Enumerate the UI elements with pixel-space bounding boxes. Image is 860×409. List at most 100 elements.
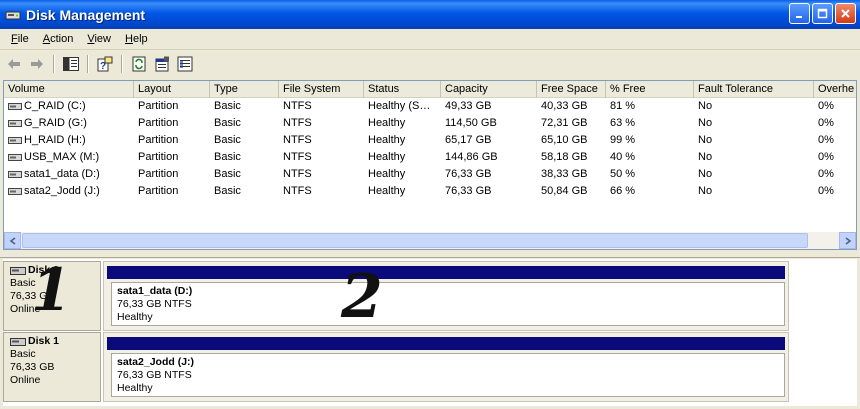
cell-volume: C_RAID (C:) [4, 98, 134, 115]
show-hide-console-tree-icon [63, 57, 79, 71]
volume-row[interactable]: sata1_data (D:) Partition Basic NTFS Healthy… [4, 166, 856, 183]
disk-1-size: 76,33 GB [10, 361, 55, 373]
pane-splitter[interactable] [0, 250, 860, 258]
menu-action[interactable]: Action [36, 33, 81, 45]
column-header-layout[interactable]: Layout [134, 81, 210, 98]
column-header-status[interactable]: Status [364, 81, 441, 98]
column-header-percent-free[interactable]: % Free [606, 81, 694, 98]
cell-type: Basic [214, 185, 241, 197]
column-header-overhead[interactable]: Overhe [814, 81, 856, 98]
menu-bar: File Action View Help [0, 29, 860, 50]
cell-fault-tolerance: No [698, 134, 713, 146]
cell-percent-free: 81 % [610, 100, 636, 112]
volume-drive-icon [8, 171, 22, 178]
toolbar-separator [87, 55, 89, 73]
cell-status: Healthy [368, 151, 406, 163]
cell-percent-free: 63 % [610, 117, 636, 129]
back-button[interactable] [4, 54, 24, 74]
scroll-left-button[interactable] [4, 232, 21, 249]
column-header-volume[interactable]: Volume [4, 81, 134, 98]
partition-status: Healthy [117, 382, 153, 394]
cell-status: Healthy (S… [368, 100, 431, 112]
cell-percent-free: 66 % [610, 185, 636, 197]
scroll-right-button[interactable] [839, 232, 856, 249]
cell-status: Healthy [368, 185, 406, 197]
maximize-button[interactable] [812, 3, 833, 24]
cell-fault-tolerance: No [698, 168, 713, 180]
close-button[interactable] [835, 3, 856, 24]
volume-drive-icon [8, 154, 22, 161]
cell-layout: Partition [138, 185, 179, 197]
volume-row[interactable]: G_RAID (G:) Partition Basic NTFS Healthy 114,… [4, 115, 856, 132]
scroll-thumb[interactable] [22, 233, 808, 248]
column-header-file-system[interactable]: File System [279, 81, 364, 98]
show-hide-tree-button[interactable] [61, 54, 81, 74]
volume-row[interactable]: USB_MAX (M:) Partition Basic NTFS Healthy 144… [4, 149, 856, 166]
help-button[interactable]: ? [95, 54, 115, 74]
cell-percent-free: 40 % [610, 151, 636, 163]
minimize-button[interactable] [789, 3, 810, 24]
disk-drive-icon [10, 266, 26, 275]
annotation-number-1: 1 [31, 256, 72, 324]
cell-capacity: 144,86 GB [445, 151, 498, 163]
cell-capacity: 114,50 GB [445, 117, 497, 129]
partition-sata1-data[interactable]: sata1_data (D:) 76,33 GB NTFS Healthy [111, 282, 785, 326]
volume-name: G_RAID (G:) [24, 117, 87, 129]
volume-drive-icon [8, 120, 22, 127]
disk-graphic-pane: Disk 0 Basic 76,33 GB Online sata1_data … [3, 259, 857, 409]
partition-sata2-jodd[interactable]: sata2_Jodd (J:) 76,33 GB NTFS Healthy [111, 353, 785, 397]
cell-free-space: 72,31 GB [541, 117, 588, 129]
cell-capacity: 76,33 GB [445, 185, 492, 197]
cell-type: Basic [214, 117, 241, 129]
cell-volume: H_RAID (H:) [4, 132, 134, 149]
volume-name: sata2_Jodd (J:) [24, 185, 100, 197]
cell-overhead: 0% [818, 117, 834, 129]
menu-view[interactable]: View [80, 33, 118, 45]
chevron-left-icon [9, 236, 15, 245]
cell-file-system: NTFS [283, 134, 312, 146]
refresh-button[interactable] [129, 54, 149, 74]
cell-volume: USB_MAX (M:) [4, 149, 134, 166]
cell-status: Healthy [368, 134, 406, 146]
cell-overhead: 0% [818, 100, 834, 112]
cell-fault-tolerance: No [698, 100, 713, 112]
maximize-icon [817, 8, 828, 19]
cell-fault-tolerance: No [698, 151, 713, 163]
cell-layout: Partition [138, 134, 179, 146]
volume-row[interactable]: C_RAID (C:) Partition Basic NTFS Healthy (S…… [4, 98, 856, 115]
menu-help[interactable]: Help [118, 33, 155, 45]
column-header-fault-tolerance[interactable]: Fault Tolerance [694, 81, 814, 98]
cell-overhead: 0% [818, 185, 834, 197]
title-bar: Disk Management [0, 0, 860, 29]
cell-layout: Partition [138, 117, 179, 129]
cell-layout: Partition [138, 100, 179, 112]
cell-file-system: NTFS [283, 185, 312, 197]
volume-list: Volume Layout Type File System Status Ca… [3, 80, 857, 250]
cell-fault-tolerance: No [698, 185, 713, 197]
toolbar-separator [121, 55, 123, 73]
cell-free-space: 58,18 GB [541, 151, 588, 163]
column-header-capacity[interactable]: Capacity [441, 81, 537, 98]
volume-row[interactable]: sata2_Jodd (J:) Partition Basic NTFS Healthy… [4, 183, 856, 200]
disk-1-label[interactable]: Disk 1 Basic 76,33 GB Online [3, 332, 101, 402]
volume-drive-icon [8, 137, 22, 144]
chevron-right-icon [845, 236, 851, 245]
menu-file[interactable]: File [4, 33, 36, 45]
cell-type: Basic [214, 100, 241, 112]
back-arrow-icon [8, 59, 20, 69]
partition-name: sata1_data (D:) [117, 285, 193, 297]
disk-row: Disk 0 Basic 76,33 GB Online sata1_data … [3, 261, 857, 331]
cell-overhead: 0% [818, 151, 834, 163]
properties-button[interactable] [152, 54, 172, 74]
column-header-type[interactable]: Type [210, 81, 279, 98]
volume-row[interactable]: H_RAID (H:) Partition Basic NTFS Healthy 65,1… [4, 132, 856, 149]
disk-0-partition-frame: sata1_data (D:) 76,33 GB NTFS Healthy [103, 261, 789, 331]
horizontal-scrollbar[interactable] [4, 232, 856, 249]
volume-name: sata1_data (D:) [24, 168, 100, 180]
forward-button[interactable] [27, 54, 47, 74]
partition-detail: 76,33 GB NTFS [117, 369, 192, 381]
cell-percent-free: 50 % [610, 168, 636, 180]
column-header-free-space[interactable]: Free Space [537, 81, 606, 98]
toolbar: ? [0, 50, 860, 78]
export-list-button[interactable] [175, 54, 195, 74]
